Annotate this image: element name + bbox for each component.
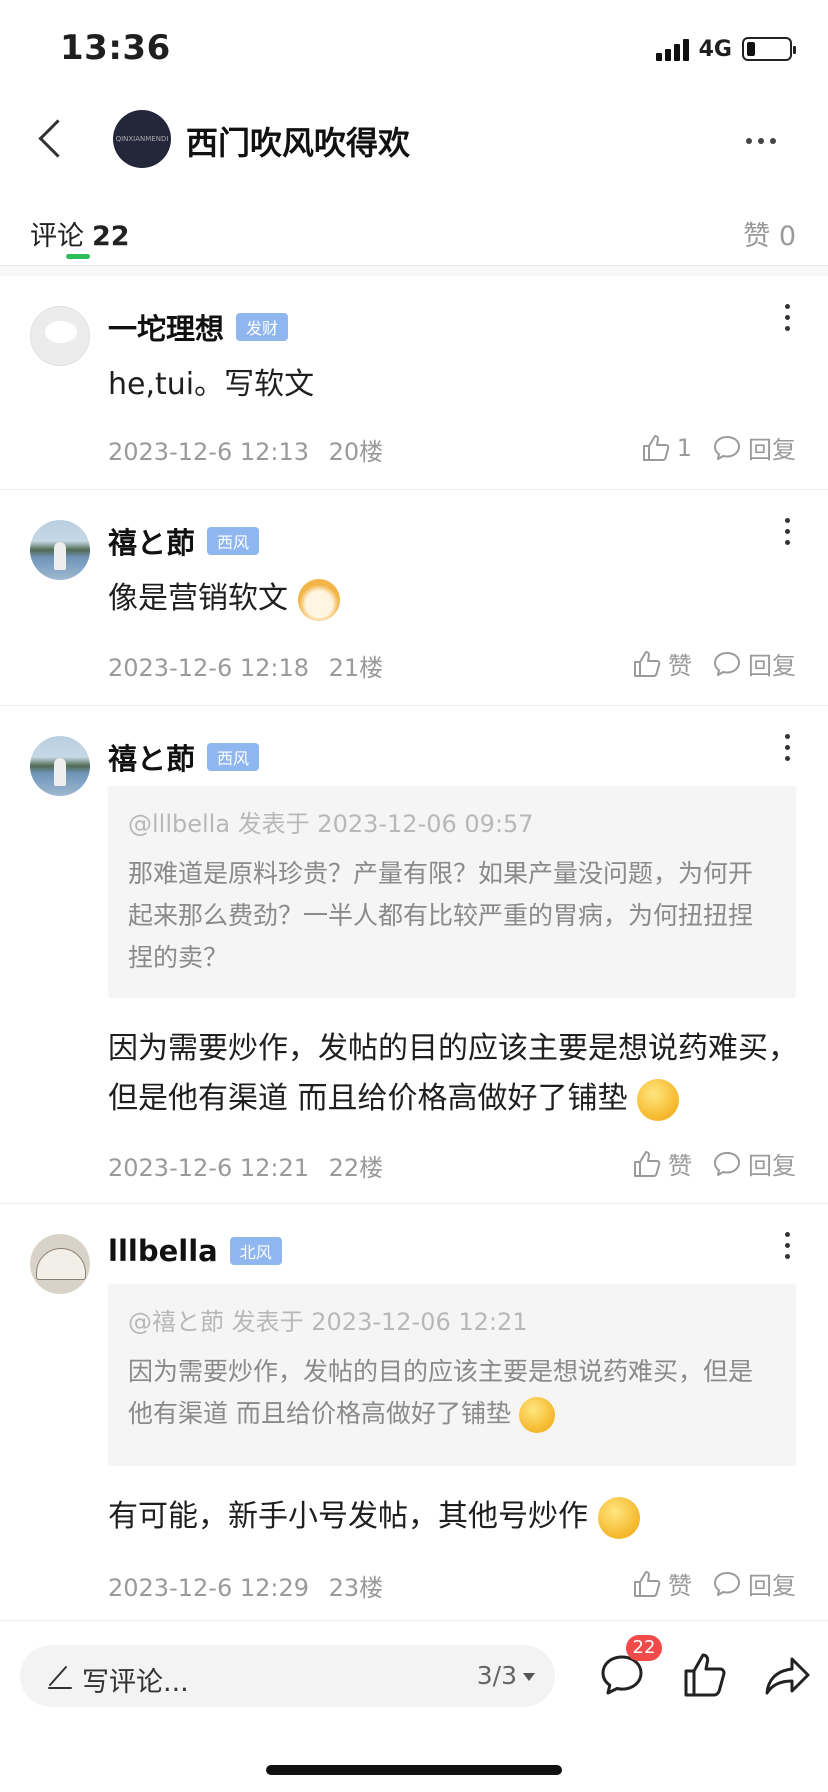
- comment-date: 2023-12-6 12:18: [108, 654, 309, 682]
- comment-date: 2023-12-6 12:21: [108, 1154, 309, 1182]
- smirk-emoji-icon: [637, 1078, 680, 1121]
- comment-actions: 赞 回复: [632, 1146, 796, 1181]
- level-badge: 发财: [236, 313, 289, 341]
- comment-item: 一坨理想 发财 he,tui。写软文 2023-12-6 12:13 20楼 1…: [0, 276, 828, 490]
- comment-meta: 2023-12-6 12:13 20楼: [108, 432, 383, 467]
- comment-count-badge: 22: [626, 1635, 662, 1661]
- comment-floor: 23楼: [328, 1574, 384, 1602]
- quote-header: @lllbella 发表于 2023-12-06 09:57: [128, 810, 534, 838]
- username[interactable]: lllbella: [108, 1234, 218, 1268]
- thumbs-up-icon: [642, 434, 670, 461]
- avatar[interactable]: [30, 1234, 90, 1294]
- more-options-icon[interactable]: [746, 138, 776, 144]
- forum-header: QINXIANMENDI 西门吹风吹得欢: [0, 96, 828, 186]
- status-bar: 13:36 4G: [0, 0, 828, 96]
- reply-label: 回复: [748, 652, 796, 680]
- comment-bubble-icon: [714, 435, 740, 460]
- grin-emoji-icon: [597, 1496, 640, 1539]
- forum-logo[interactable]: QINXIANMENDI: [113, 110, 171, 168]
- smirk-emoji-icon: [518, 1397, 555, 1433]
- comment-actions: 赞 回复: [632, 1566, 796, 1601]
- quote-body: 那难道是原料珍贵？产量有限？如果产量没问题，为何开起来那么费劲？一半人都有比较严…: [128, 859, 754, 972]
- comment-item: 禧と莭 西风 像是营销软文 2023-12-6 12:18 21楼 赞 回复: [0, 490, 828, 706]
- like-button[interactable]: 1: [641, 433, 692, 463]
- like-count: 1: [676, 433, 692, 462]
- comment-tabs: 评论 22 赞 0: [0, 196, 828, 266]
- thumbs-up-icon[interactable]: [680, 1649, 732, 1701]
- comment-floor: 22楼: [328, 1154, 384, 1182]
- comment-menu-icon[interactable]: [782, 1232, 792, 1259]
- write-comment-input[interactable]: 写评论... 3/3: [20, 1645, 555, 1707]
- tab-comments[interactable]: 评论 22: [30, 214, 130, 253]
- comment-text: he,tui。写软文: [108, 367, 315, 402]
- reply-label: 回复: [748, 1152, 796, 1180]
- input-placeholder: 写评论...: [82, 1667, 189, 1698]
- battery-icon: [742, 37, 796, 61]
- quote-header: @禧と莭 发表于 2023-12-06 12:21: [128, 1308, 528, 1336]
- comment-text: 有可能，新手小号发帖，其他号炒作: [108, 1492, 798, 1542]
- username[interactable]: 禧と莭: [108, 520, 195, 562]
- avatar[interactable]: [30, 306, 90, 366]
- pen-icon: [48, 1666, 72, 1689]
- comment-text: 因为需要炒作，发帖的目的应该主要是想说药难买，但是他有渠道 而且给价格高做好了铺…: [108, 1024, 798, 1124]
- comment-meta: 2023-12-6 12:18 21楼: [108, 648, 383, 683]
- back-button[interactable]: [30, 116, 76, 162]
- comment-text: 像是营销软文: [108, 574, 798, 624]
- comment-actions: 赞 回复: [632, 646, 796, 681]
- doge-emoji-icon: [297, 578, 340, 621]
- divider: [0, 266, 828, 276]
- like-label: 赞: [668, 1572, 692, 1600]
- level-badge: 西风: [207, 527, 260, 555]
- like-button[interactable]: 赞: [632, 1566, 692, 1601]
- quoted-comment[interactable]: @禧と莭 发表于 2023-12-06 12:21 因为需要炒作，发帖的目的应该…: [108, 1284, 796, 1466]
- avatar[interactable]: [30, 520, 90, 580]
- comment-date: 2023-12-6 12:29: [108, 1574, 309, 1602]
- comment-item: lllbella 北风 @禧と莭 发表于 2023-12-06 12:21 因为…: [0, 1204, 828, 1620]
- reply-label: 回复: [748, 436, 796, 464]
- comment-meta: 2023-12-6 12:21 22楼: [108, 1148, 383, 1183]
- comment-bubble-icon: [714, 1151, 740, 1176]
- thumbs-up-icon: [634, 650, 661, 677]
- comment-bubble-icon: [714, 1571, 740, 1596]
- page-selector[interactable]: 3/3: [477, 1661, 535, 1690]
- status-time: 13:36: [60, 28, 171, 68]
- comment-bubble-icon: [714, 651, 740, 676]
- comment-item: 禧と莭 西风 @lllbella 发表于 2023-12-06 09:57 那难…: [0, 706, 828, 1204]
- thumbs-up-icon: [634, 1150, 661, 1177]
- quote-body: 因为需要炒作，发帖的目的应该主要是想说药难买，但是他有渠道 而且给价格高做好了铺…: [128, 1351, 776, 1435]
- reply-button[interactable]: 回复: [712, 1146, 796, 1181]
- like-button[interactable]: 赞: [632, 1146, 692, 1181]
- active-tab-indicator: [66, 254, 90, 259]
- comment-menu-icon[interactable]: [782, 734, 792, 761]
- network-label: 4G: [698, 36, 732, 62]
- share-icon[interactable]: [762, 1649, 814, 1701]
- reply-button[interactable]: 回复: [712, 1566, 796, 1601]
- avatar[interactable]: [30, 736, 90, 796]
- level-badge: 西风: [207, 743, 260, 771]
- comment-menu-icon[interactable]: [782, 304, 792, 331]
- thumbs-up-icon: [634, 1570, 661, 1597]
- reply-button[interactable]: 回复: [712, 646, 796, 681]
- reply-button[interactable]: 回复: [712, 430, 796, 465]
- signal-icon: [655, 37, 689, 61]
- reply-label: 回复: [748, 1572, 796, 1600]
- quoted-comment[interactable]: @lllbella 发表于 2023-12-06 09:57 那难道是原料珍贵？…: [108, 786, 796, 998]
- tab-likes[interactable]: 赞 0: [743, 214, 796, 253]
- home-indicator[interactable]: [266, 1765, 562, 1775]
- comment-meta: 2023-12-6 12:29 23楼: [108, 1568, 383, 1603]
- comment-menu-icon[interactable]: [782, 518, 792, 545]
- comment-floor: 20楼: [328, 438, 384, 466]
- level-badge: 北风: [229, 1237, 282, 1265]
- like-label: 赞: [668, 1152, 692, 1180]
- comment-date: 2023-12-6 12:13: [108, 438, 309, 466]
- like-button[interactable]: 赞: [632, 646, 692, 681]
- username[interactable]: 禧と莭: [108, 736, 195, 778]
- like-label: 赞: [668, 652, 692, 680]
- forum-title[interactable]: 西门吹风吹得欢: [186, 118, 410, 164]
- username[interactable]: 一坨理想: [108, 306, 224, 348]
- comment-actions: 1 回复: [641, 430, 796, 465]
- comment-floor: 21楼: [328, 654, 384, 682]
- status-indicators: 4G: [655, 34, 796, 64]
